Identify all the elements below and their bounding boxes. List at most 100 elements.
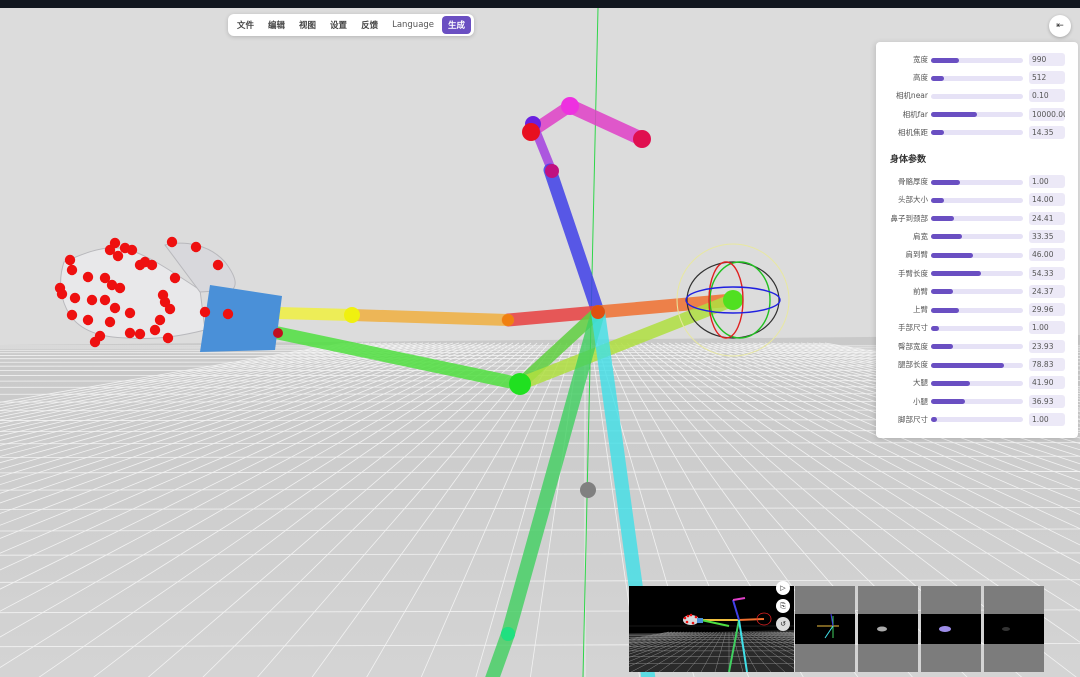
copy-control-button[interactable]: ⎘: [776, 599, 790, 613]
param-row: 鼻子到颈部 24.41: [876, 211, 1078, 225]
param-value-input[interactable]: 54.33: [1029, 266, 1065, 280]
generate-button[interactable]: 生成: [442, 16, 472, 34]
param-label: 宽度: [913, 55, 928, 64]
param-slider[interactable]: [931, 271, 1023, 276]
param-row: 肩宽 33.35: [876, 229, 1078, 243]
param-label: 高度: [913, 73, 928, 83]
thumbnail-canny[interactable]: [984, 586, 1044, 672]
param-slider[interactable]: [931, 112, 1023, 118]
param-row: 肩到臂 46.00: [876, 248, 1078, 262]
param-row: 相机焦距 14.35: [876, 125, 1078, 139]
menu-feedback[interactable]: 反馈: [355, 16, 384, 34]
menu-view[interactable]: 视图: [293, 16, 322, 34]
param-label: 臀部宽度: [898, 341, 928, 351]
param-row: 手部尺寸 1.00: [876, 321, 1078, 335]
param-slider-fill: [931, 130, 944, 136]
param-slider[interactable]: [931, 179, 1023, 185]
param-value-input[interactable]: 10000.00: [1029, 107, 1065, 121]
param-slider-fill: [931, 216, 954, 222]
menu-language[interactable]: Language: [386, 17, 440, 33]
param-label: 手部尺寸: [898, 323, 928, 333]
param-slider[interactable]: [931, 344, 1023, 350]
param-row: 头部大小 14.00: [876, 193, 1078, 207]
param-value-input[interactable]: 46.00: [1029, 248, 1065, 262]
parameters-panel: 身体参数 宽度 990 高度 512 相机near 0.10 相机far 10000.00 相机…: [876, 42, 1078, 438]
param-slider[interactable]: [931, 130, 1023, 136]
param-slider[interactable]: [931, 380, 1023, 386]
param-slider-fill: [931, 325, 940, 331]
param-value-input[interactable]: 24.37: [1029, 284, 1065, 298]
param-value-input[interactable]: 990: [1029, 53, 1065, 66]
param-value-input[interactable]: 1.00: [1029, 321, 1065, 335]
param-slider[interactable]: [931, 216, 1023, 222]
param-value-input[interactable]: 78.83: [1029, 358, 1065, 371]
thumbnail-normal[interactable]: [921, 586, 981, 672]
param-row: 骨骼厚度 1.00: [876, 175, 1078, 188]
param-value-input[interactable]: 0.10: [1029, 89, 1065, 103]
param-value-input[interactable]: 14.35: [1029, 125, 1065, 139]
param-row: 腿部长度 78.83: [876, 358, 1078, 371]
param-value-input[interactable]: 41.90: [1029, 376, 1065, 390]
param-label: 前臂: [913, 286, 928, 296]
param-label: 相机near: [895, 91, 928, 101]
param-label: 上臂: [913, 305, 928, 315]
param-slider-fill: [931, 289, 954, 295]
param-value-input[interactable]: 36.93: [1029, 394, 1065, 408]
param-row: 小腿 36.93: [876, 394, 1078, 408]
param-slider[interactable]: [931, 197, 1023, 203]
param-label: 骨骼厚度: [898, 177, 928, 186]
param-slider[interactable]: [931, 362, 1023, 368]
param-value-input[interactable]: 23.93: [1029, 339, 1065, 353]
collapse-left-icon: ⇤: [1056, 21, 1064, 31]
param-slider-fill: [931, 271, 981, 276]
param-slider-fill: [931, 57, 959, 63]
param-slider[interactable]: [931, 93, 1023, 99]
param-slider-fill: [931, 75, 944, 81]
param-value-input[interactable]: 512: [1029, 71, 1065, 85]
param-label: 头部大小: [898, 195, 928, 205]
collapse-panel-button[interactable]: ⇤: [1049, 15, 1071, 37]
param-value-input[interactable]: 1.00: [1029, 412, 1065, 426]
param-label: 鼻子到颈部: [890, 213, 929, 223]
thumbnail-depth[interactable]: [858, 586, 918, 672]
reset-control-button[interactable]: ↺: [776, 617, 790, 631]
body-params-title: 身体参数: [890, 155, 927, 165]
param-label: 相机far: [902, 109, 928, 119]
param-slider[interactable]: [931, 399, 1023, 405]
menu-file[interactable]: 文件: [231, 16, 260, 34]
top-menu-bar: 文件 编辑 视图 设置 反馈 Language 生成: [228, 14, 475, 36]
param-slider-fill: [931, 399, 966, 405]
preview-scene: [629, 597, 794, 672]
param-row: 大腿 41.90: [876, 376, 1078, 390]
param-label: 脚部尺寸: [898, 414, 928, 424]
menu-settings[interactable]: 设置: [324, 16, 353, 34]
thumbnail-pose[interactable]: [795, 586, 855, 672]
param-slider-fill: [931, 362, 1004, 368]
menu-edit[interactable]: 编辑: [262, 16, 291, 34]
param-value-input[interactable]: 24.41: [1029, 211, 1065, 225]
param-slider-fill: [931, 344, 954, 350]
param-row: 脚部尺寸 1.00: [876, 412, 1078, 426]
param-label: 大腿: [913, 378, 928, 388]
param-row: 宽度 990: [876, 53, 1078, 66]
param-row: 相机near 0.10: [876, 89, 1078, 103]
param-value-input[interactable]: 1.00: [1029, 175, 1065, 188]
param-slider[interactable]: [931, 252, 1023, 258]
param-value-input[interactable]: 14.00: [1029, 193, 1065, 207]
param-label: 肩宽: [913, 231, 928, 241]
play-icon: ▷: [780, 584, 786, 592]
param-row: 高度 512: [876, 71, 1078, 85]
param-slider[interactable]: [931, 289, 1023, 295]
main-preview[interactable]: [629, 586, 794, 672]
param-slider[interactable]: [931, 234, 1023, 240]
param-slider-fill: [931, 197, 944, 203]
param-slider[interactable]: [931, 417, 1023, 423]
param-slider[interactable]: [931, 75, 1023, 81]
param-slider[interactable]: [931, 325, 1023, 331]
param-slider[interactable]: [931, 307, 1023, 313]
param-slider-fill: [931, 252, 974, 258]
play-control-button[interactable]: ▷: [776, 581, 790, 595]
param-slider[interactable]: [931, 57, 1023, 63]
param-value-input[interactable]: 29.96: [1029, 303, 1065, 317]
param-value-input[interactable]: 33.35: [1029, 229, 1065, 243]
